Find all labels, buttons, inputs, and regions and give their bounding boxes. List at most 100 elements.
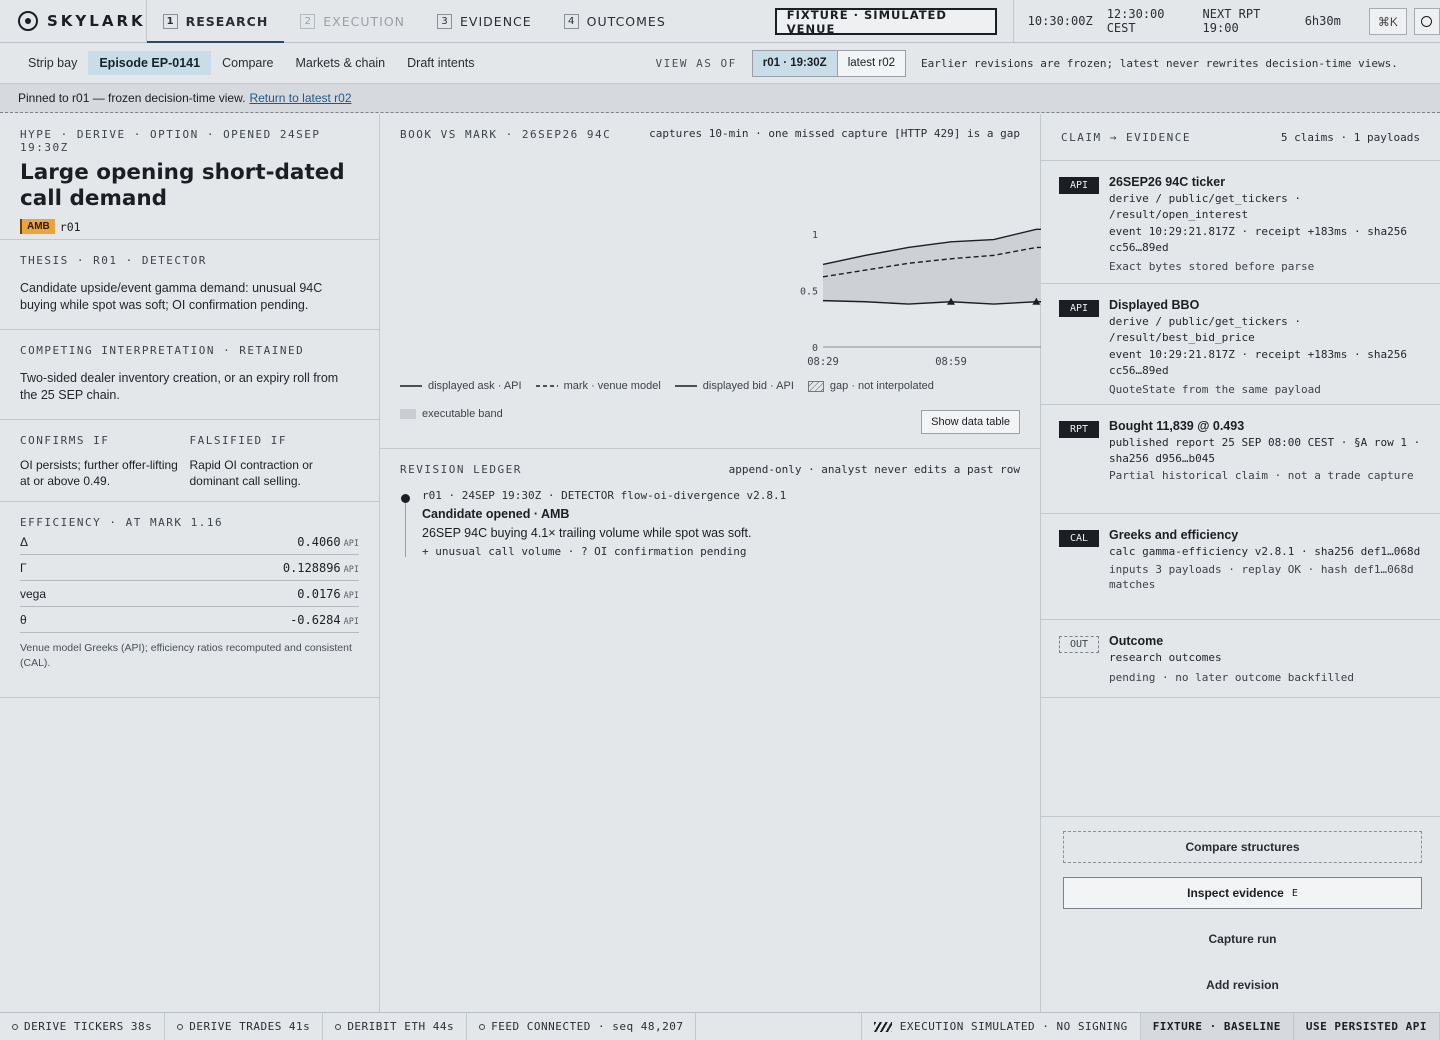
evidence-header: CLAIM → EVIDENCE 5 claims · 1 payloads [1041,114,1440,161]
claim-line: derive / public/get_tickers · /result/op… [1109,192,1302,221]
tab-execution[interactable]: 2 EXECUTION [284,0,421,42]
claim-line: published report 25 SEP 08:00 CEST · §A … [1109,436,1421,465]
claim-item[interactable]: CAL Greeks and efficiency calc gamma-eff… [1041,514,1440,620]
nav-compare[interactable]: Compare [211,51,284,75]
revision-r01-button[interactable]: r01 · 19:30Z [752,50,838,76]
tab-evidence[interactable]: 3 EVIDENCE [421,0,548,42]
brand-name: SKYLARK [47,12,146,30]
clock-bar: 10:30:00Z 12:30:00 CEST NEXT RPT 19:00 6… [1012,0,1341,42]
nav-episode[interactable]: Episode EP-0141 [88,51,212,75]
fixture-baseline[interactable]: FIXTURE · BASELINE [1140,1013,1294,1040]
thesis-section: THESIS · R01 · DETECTOR Candidate upside… [0,240,379,330]
feed-connection[interactable]: FEED CONNECTED · seq 48,207 [467,1013,697,1040]
ledger-row-title: Candidate opened · AMB [422,507,570,521]
nav-draft-intents[interactable]: Draft intents [396,51,485,75]
claim-line: event 10:29:21.817Z · receipt +183ms · s… [1109,348,1408,377]
falsified-text: Rapid OI contraction or dominant call se… [189,458,313,488]
claim-title: Outcome [1109,634,1164,648]
capture-run-button[interactable]: Capture run [1063,923,1422,955]
utc-time: 10:30:00Z [1027,14,1093,28]
chart-ledger-panel: 00.5108:2908:5909:2909:5910:29missedask … [380,114,1041,1012]
status-circle-icon[interactable] [1413,8,1440,35]
feed-dot-icon [177,1023,184,1030]
brand[interactable]: SKYLARK [0,0,147,42]
skylark-logo-icon [18,11,38,31]
efficiency-label: EFFICIENCY · AT MARK 1.16 [20,516,224,529]
feed-status-deribit[interactable]: DERIBIT ETH 44s [323,1013,468,1040]
claim-title: Displayed BBO [1109,298,1200,312]
hatch-icon [873,1021,892,1032]
claim-source-tag: API [1059,300,1099,317]
legend-mark: mark · venue model [535,380,661,392]
claim-foot: Partial historical claim · not a trade c… [1109,469,1414,482]
claim-line: calc gamma-efficiency v2.8.1 · sha256 de… [1109,545,1421,558]
tab-research[interactable]: 1 RESEARCH [146,0,285,43]
legend-ask: displayed ask · API [400,380,522,392]
evidence-label: CLAIM → EVIDENCE [1061,130,1191,144]
tab-outcomes[interactable]: 4 OUTCOMES [548,0,682,42]
fixture-badge: FIXTURE · SIMULATED VENUE [774,8,997,36]
feed-dot-icon [479,1023,486,1030]
thesis-text: Candidate upside/event gamma demand: unu… [20,281,323,312]
local-time: 12:30:00 CEST [1106,7,1165,35]
ledger-note: append-only · analyst never edits a past… [728,463,1020,476]
feed-status-derive-tickers[interactable]: DERIVE TICKERS 38s [0,1013,166,1040]
chart-section: 00.5108:2908:5909:2909:5910:29missedask … [380,114,1041,449]
ledger-row-tags: + unusual call volume · ? OI confirmatio… [422,545,747,558]
evidence-counts: 5 claims · 1 payloads [1280,130,1420,144]
claim-foot: QuoteState from the same payload [1109,383,1321,396]
ledger-label: REVISION LEDGER [400,463,522,476]
add-revision-button[interactable]: Add revision [1063,969,1422,1001]
confirms-text: OI persists; further offer-lifting at or… [20,458,178,488]
greek-row: Γ 0.128896 API [20,555,359,581]
sub-nav: Strip bay Episode EP-0141 Compare Market… [0,43,1440,84]
confidence-badge: AMB [20,219,55,234]
competing-section: COMPETING INTERPRETATION · RETAINED Two-… [0,330,379,420]
claim-item[interactable]: API Displayed BBO derive / public/get_ti… [1041,284,1440,405]
ledger-row-body: 26SEP 94C buying 4.1× trailing volume wh… [422,526,752,540]
ledger-row[interactable]: r01 · 24SEP 19:30Z · DETECTOR flow-oi-di… [400,489,1020,558]
pin-banner: Pinned to r01 — frozen decision-time vie… [0,84,1440,113]
greek-row: vega 0.0176 API [20,581,359,607]
next-report: NEXT RPT 19:00 [1202,7,1261,35]
episode-header: HYPE · DERIVE · OPTION · OPENED 24SEP 19… [0,114,379,240]
inspect-evidence-button[interactable]: Inspect evidence E [1063,877,1422,909]
competing-text: Two-sided dealer inventory creation, or … [20,371,339,402]
nav-strip-bay[interactable]: Strip bay [17,51,88,75]
revision-ledger: REVISION LEDGER append-only · analyst ne… [380,449,1040,572]
efficiency-section: EFFICIENCY · AT MARK 1.16 Δ 0.4060 API Γ 0.… [0,502,379,698]
revision-toggle: r01 · 19:30Z latest r02 [751,49,907,77]
show-data-table-button[interactable]: Show data table [921,410,1020,434]
episode-meta: HYPE · DERIVE · OPTION · OPENED 24SEP 19… [20,128,321,154]
episode-title: Large opening short-dated call demand [20,160,345,211]
evidence-panel: CLAIM → EVIDENCE 5 claims · 1 payloads A… [1041,114,1440,1012]
greek-row: θ -0.6284 API [20,607,359,633]
claim-line: research outcomes [1109,651,1222,664]
countdown: 6h30m [1304,14,1341,28]
legend-band: executable band [400,408,503,420]
view-as-label: VIEW AS OF [655,56,737,70]
confirm-falsify-section: CONFIRMS IF OI persists; further offer-l… [0,420,379,502]
y-tick-label: 0 [812,343,818,354]
use-persisted-api[interactable]: USE PERSISTED API [1293,1013,1440,1040]
status-footer: DERIVE TICKERS 38s DERIVE TRADES 41s DER… [0,1012,1440,1040]
claim-foot: inputs 3 payloads · replay OK · hash def… [1109,562,1414,592]
revision-latest-button[interactable]: latest r02 [837,50,906,76]
feed-status-derive-trades[interactable]: DERIVE TRADES 41s [165,1013,324,1040]
confirms-label: CONFIRMS IF [20,434,110,447]
x-tick-label: 08:59 [935,356,967,368]
command-palette-button[interactable]: ⌘K [1368,8,1407,35]
feed-dot-icon [335,1023,342,1030]
return-to-latest-link[interactable]: Return to latest r02 [249,91,351,105]
claim-item[interactable]: OUT Outcome research outcomes pending · … [1041,620,1440,698]
claim-item[interactable]: RPT Bought 11,839 @ 0.493 published repo… [1041,405,1440,514]
feed-dot-icon [12,1023,18,1030]
compare-structures-button[interactable]: Compare structures [1063,831,1422,863]
claim-title: Greeks and efficiency [1109,528,1239,542]
claim-line: event 10:29:21.817Z · receipt +183ms · s… [1109,225,1408,254]
greek-row: Δ 0.4060 API [20,529,359,555]
nav-markets-chain[interactable]: Markets & chain [285,51,397,75]
claim-item[interactable]: API 26SEP26 94C ticker derive / public/g… [1041,161,1440,284]
episode-panel: HYPE · DERIVE · OPTION · OPENED 24SEP 19… [0,114,380,1012]
ledger-row-meta: r01 · 24SEP 19:30Z · DETECTOR flow-oi-di… [422,489,787,502]
